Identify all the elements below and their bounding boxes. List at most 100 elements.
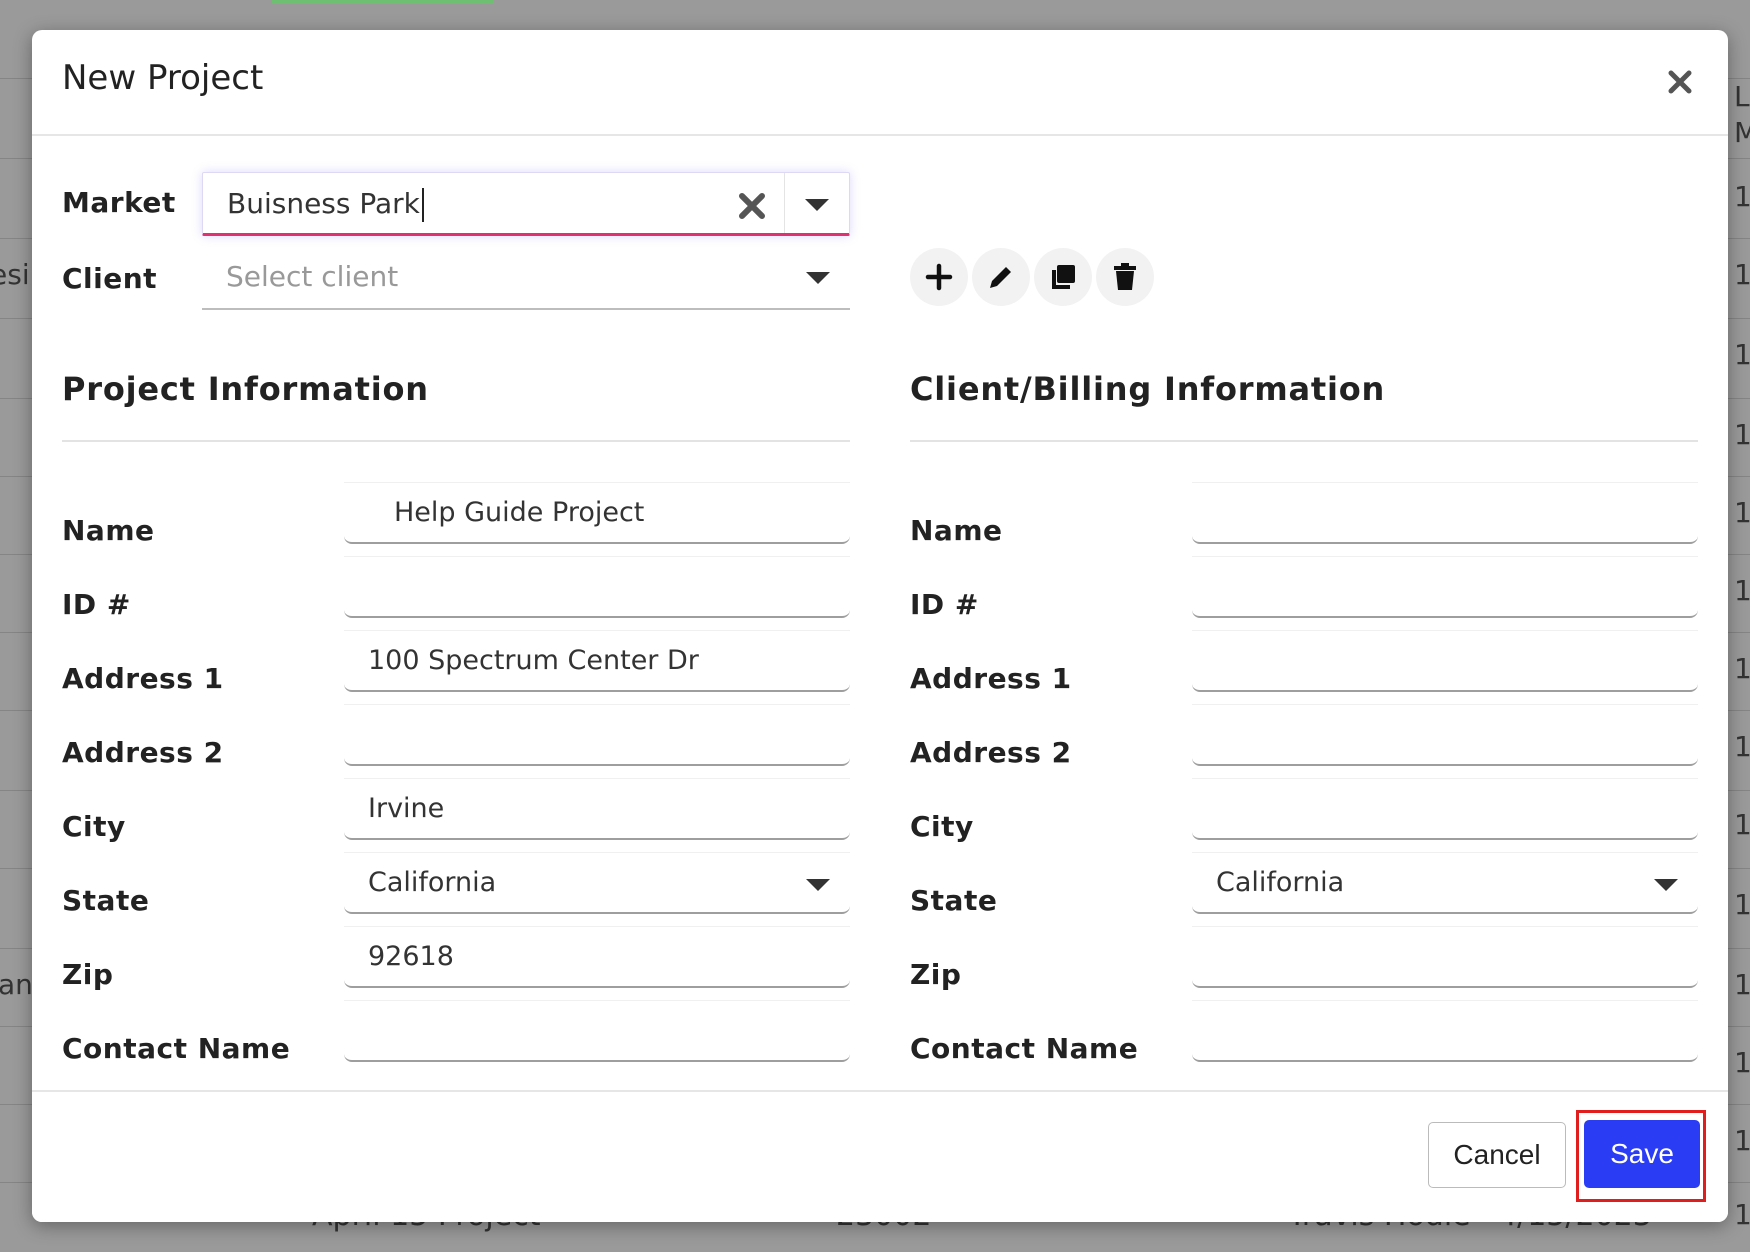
project-state-label: State xyxy=(62,884,150,917)
project-city-field[interactable] xyxy=(344,778,850,840)
chevron-down-icon[interactable] xyxy=(806,879,830,891)
copy-icon xyxy=(1052,265,1075,289)
project-address1-label: Address 1 xyxy=(62,662,224,695)
client-select[interactable]: Select client xyxy=(202,246,850,310)
billing-address1-label: Address 1 xyxy=(910,662,1072,695)
billing-address1-field[interactable] xyxy=(1192,630,1698,692)
billing-state-value: California xyxy=(1216,867,1345,898)
edit-client-button[interactable] xyxy=(972,248,1030,306)
chevron-down-icon[interactable] xyxy=(805,199,829,211)
market-label: Market xyxy=(62,186,176,219)
background-text-fragment: 1: xyxy=(1734,496,1750,529)
background-text-fragment: 1/ xyxy=(1734,418,1750,451)
project-city-input[interactable] xyxy=(344,779,850,838)
background-text-fragment: 1: xyxy=(1734,1198,1750,1231)
modal-footer: Cancel Save xyxy=(32,1090,1728,1222)
client-placeholder: Select client xyxy=(226,260,399,293)
background-text-fragment: an xyxy=(0,968,33,1001)
dropdown-separator xyxy=(784,173,785,233)
background-text-fragment: 1/ xyxy=(1734,338,1750,371)
billing-id-input[interactable] xyxy=(1192,557,1698,616)
background-text-fragment: L xyxy=(1734,80,1750,113)
background-text-fragment: M xyxy=(1734,116,1750,149)
project-address2-field[interactable] xyxy=(344,704,850,766)
project-state-value: California xyxy=(368,867,497,898)
billing-address2-input[interactable] xyxy=(1192,705,1698,764)
billing-id-field[interactable] xyxy=(1192,556,1698,618)
billing-address2-label: Address 2 xyxy=(910,736,1072,769)
cancel-button[interactable]: Cancel xyxy=(1428,1122,1566,1188)
project-id-input[interactable] xyxy=(344,557,850,616)
billing-address2-field[interactable] xyxy=(1192,704,1698,766)
billing-city-label: City xyxy=(910,810,974,843)
background-text-fragment: 1/ xyxy=(1734,258,1750,291)
project-address2-label: Address 2 xyxy=(62,736,224,769)
billing-city-field[interactable] xyxy=(1192,778,1698,840)
project-id-field[interactable] xyxy=(344,556,850,618)
project-contact-field[interactable] xyxy=(344,1000,850,1062)
background-text-fragment: 1: xyxy=(1734,1124,1750,1157)
project-id-label: ID # xyxy=(62,588,131,621)
plus-icon xyxy=(925,263,953,291)
project-contact-label: Contact Name xyxy=(62,1032,291,1065)
background-text-fragment: esi xyxy=(0,258,30,291)
pencil-icon xyxy=(990,267,1011,288)
background-text-fragment: 1( xyxy=(1734,1046,1750,1079)
add-client-button[interactable] xyxy=(910,248,968,306)
project-info-divider xyxy=(62,440,850,442)
project-contact-input[interactable] xyxy=(344,1001,850,1060)
project-info-title: Project Information xyxy=(62,370,429,408)
close-button[interactable] xyxy=(1660,62,1700,102)
project-address2-input[interactable] xyxy=(344,705,850,764)
client-label: Client xyxy=(62,262,158,295)
billing-info-divider xyxy=(910,440,1698,442)
chevron-down-icon[interactable] xyxy=(806,272,830,284)
save-button[interactable]: Save xyxy=(1584,1120,1700,1188)
trash-icon xyxy=(1114,263,1136,290)
delete-client-button[interactable] xyxy=(1096,248,1154,306)
project-zip-field[interactable] xyxy=(344,926,850,988)
background-tab-indicator xyxy=(272,0,494,4)
billing-state-select[interactable]: California xyxy=(1192,852,1698,914)
project-name-label: Name xyxy=(62,514,155,547)
market-select[interactable]: Buisness Park xyxy=(202,172,850,236)
billing-name-label: Name xyxy=(910,514,1003,547)
billing-name-input[interactable] xyxy=(1192,483,1698,542)
background-text-fragment: 1: xyxy=(1734,574,1750,607)
project-zip-input[interactable] xyxy=(344,927,850,986)
close-icon xyxy=(1668,70,1692,94)
background-text-fragment: 1/ xyxy=(1734,180,1750,213)
copy-client-button[interactable] xyxy=(1034,248,1092,306)
billing-zip-input[interactable] xyxy=(1192,927,1698,986)
market-value: Buisness Park xyxy=(227,187,424,222)
background-text-fragment: 1/ xyxy=(1734,730,1750,763)
project-zip-label: Zip xyxy=(62,958,114,991)
background-text-fragment: 1: xyxy=(1734,888,1750,921)
billing-contact-label: Contact Name xyxy=(910,1032,1139,1065)
project-address1-input[interactable] xyxy=(344,631,850,690)
clear-icon[interactable] xyxy=(737,191,767,221)
billing-zip-field[interactable] xyxy=(1192,926,1698,988)
text-cursor xyxy=(421,188,424,222)
project-name-input[interactable] xyxy=(344,483,850,542)
billing-city-input[interactable] xyxy=(1192,779,1698,838)
billing-zip-label: Zip xyxy=(910,958,962,991)
modal-title: New Project xyxy=(62,58,264,98)
billing-state-label: State xyxy=(910,884,998,917)
chevron-down-icon[interactable] xyxy=(1654,879,1678,891)
project-address1-field[interactable] xyxy=(344,630,850,692)
background-text-fragment: 1: xyxy=(1734,808,1750,841)
billing-address1-input[interactable] xyxy=(1192,631,1698,690)
project-state-select[interactable]: California xyxy=(344,852,850,914)
background-text-fragment: 1: xyxy=(1734,968,1750,1001)
project-city-label: City xyxy=(62,810,126,843)
billing-contact-field[interactable] xyxy=(1192,1000,1698,1062)
project-name-field[interactable] xyxy=(344,482,850,544)
new-project-modal: New Project Market Buisness Park Client … xyxy=(32,30,1728,1222)
billing-info-title: Client/Billing Information xyxy=(910,370,1386,408)
billing-name-field[interactable] xyxy=(1192,482,1698,544)
billing-id-label: ID # xyxy=(910,588,979,621)
background-text-fragment: 1: xyxy=(1734,652,1750,685)
billing-contact-input[interactable] xyxy=(1192,1001,1698,1060)
modal-header: New Project xyxy=(32,30,1728,136)
